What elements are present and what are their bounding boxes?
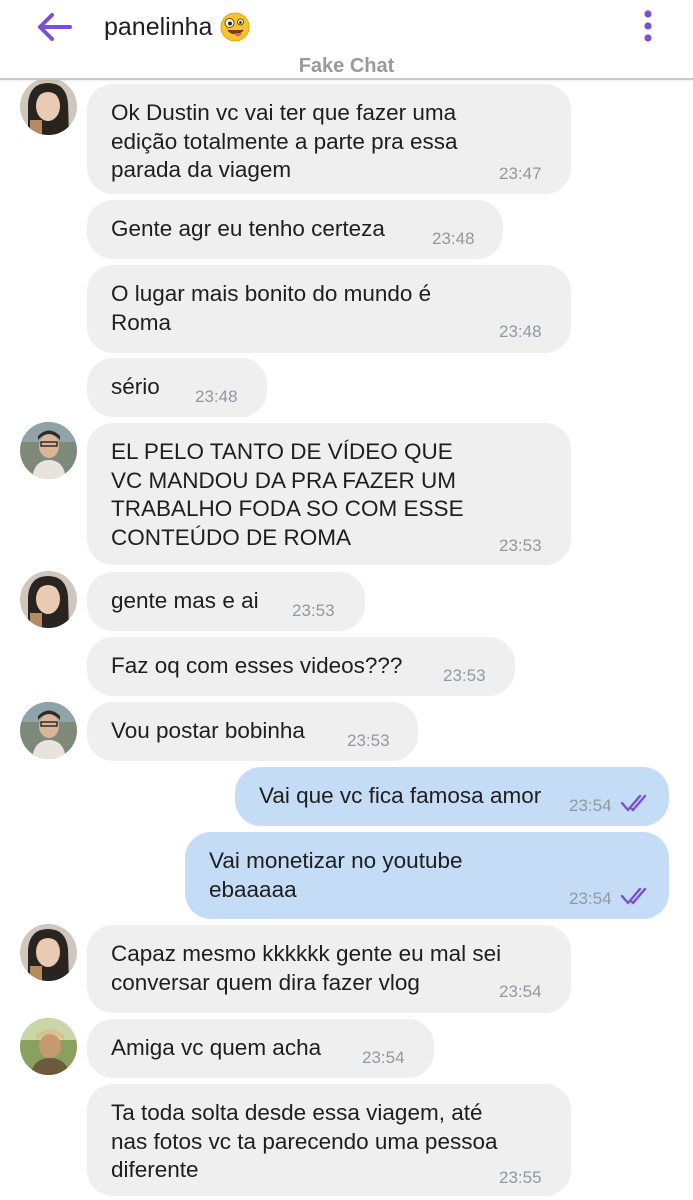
message-time: 23:53 — [499, 536, 542, 555]
chat-title: panelinha — [104, 12, 213, 41]
message-text: Amiga vc quem acha — [111, 1035, 322, 1060]
message-time: 23:48 — [195, 387, 238, 406]
more-vert-icon[interactable] — [636, 8, 660, 48]
avatar-icon[interactable] — [20, 422, 77, 479]
message-time: 23:47 — [499, 164, 542, 183]
message-text: Ok Dustin vc vai ter que fazer uma ediçã… — [111, 100, 458, 182]
message-text: O lugar mais bonito do mundo é Roma — [111, 281, 432, 335]
emoji-crazy-face-icon — [220, 12, 250, 42]
message-time: 23:53 — [443, 666, 486, 685]
message-time: 23:53 — [292, 601, 335, 620]
message-bubble[interactable]: Amiga vc quem acha 23:54 — [87, 1019, 434, 1078]
message-bubble[interactable]: Ok Dustin vc vai ter que fazer uma ediçã… — [87, 84, 571, 194]
message-time: 23:53 — [347, 731, 390, 750]
message-text: EL PELO TANTO DE VÍDEO QUE VC MANDOU DA … — [111, 439, 464, 550]
chat-subtitle: Fake Chat — [298, 55, 395, 77]
double-check-icon — [620, 887, 647, 905]
message-text: Capaz mesmo kkkkkk gente eu mal sei conv… — [111, 941, 502, 995]
chat-title-group[interactable]: panelinha — [104, 12, 250, 42]
avatar-icon[interactable] — [20, 702, 77, 759]
avatar-icon[interactable] — [20, 78, 77, 135]
message-bubble-sent[interactable]: Vai monetizar no youtube ebaaaaa 23:54 — [185, 832, 669, 919]
message-time: 23:54 — [362, 1048, 405, 1067]
avatar-icon[interactable] — [20, 1018, 77, 1075]
message-bubble[interactable]: gente mas e ai 23:53 — [87, 572, 365, 631]
message-bubble[interactable]: EL PELO TANTO DE VÍDEO QUE VC MANDOU DA … — [87, 423, 571, 565]
message-bubble[interactable]: O lugar mais bonito do mundo é Roma 23:4… — [87, 265, 571, 353]
message-text: sério — [111, 374, 160, 399]
chat-header: panelinha Fake Chat — [0, 0, 693, 80]
message-text: Gente agr eu tenho certeza — [111, 216, 385, 241]
message-time: 23:48 — [499, 322, 542, 341]
back-arrow-icon[interactable] — [34, 9, 74, 45]
message-time: 23:54 — [569, 796, 612, 815]
message-time: 23:54 — [569, 889, 612, 908]
message-text: Vai monetizar no youtube ebaaaaa — [209, 848, 463, 902]
message-time: 23:48 — [432, 229, 475, 248]
message-bubble[interactable]: Vou postar bobinha 23:53 — [87, 702, 418, 761]
message-text: Vou postar bobinha — [111, 718, 305, 743]
message-text: Ta toda solta desde essa viagem, até nas… — [111, 1100, 498, 1182]
message-bubble[interactable]: Faz oq com esses videos??? 23:53 — [87, 637, 515, 696]
message-bubble[interactable]: Capaz mesmo kkkkkk gente eu mal sei conv… — [87, 925, 571, 1013]
message-bubble[interactable]: Gente agr eu tenho certeza 23:48 — [87, 200, 503, 259]
avatar-icon[interactable] — [20, 924, 77, 981]
message-time: 23:54 — [499, 982, 542, 1001]
double-check-icon — [620, 794, 647, 812]
message-text: gente mas e ai — [111, 588, 259, 613]
message-time: 23:55 — [499, 1168, 542, 1187]
message-text: Vai que vc fica famosa amor — [259, 783, 542, 808]
message-bubble[interactable]: Ta toda solta desde essa viagem, até nas… — [87, 1084, 571, 1196]
message-text: Faz oq com esses videos??? — [111, 653, 403, 678]
message-bubble-sent[interactable]: Vai que vc fica famosa amor 23:54 — [235, 767, 669, 826]
message-bubble[interactable]: sério 23:48 — [87, 358, 267, 417]
avatar-icon[interactable] — [20, 571, 77, 628]
